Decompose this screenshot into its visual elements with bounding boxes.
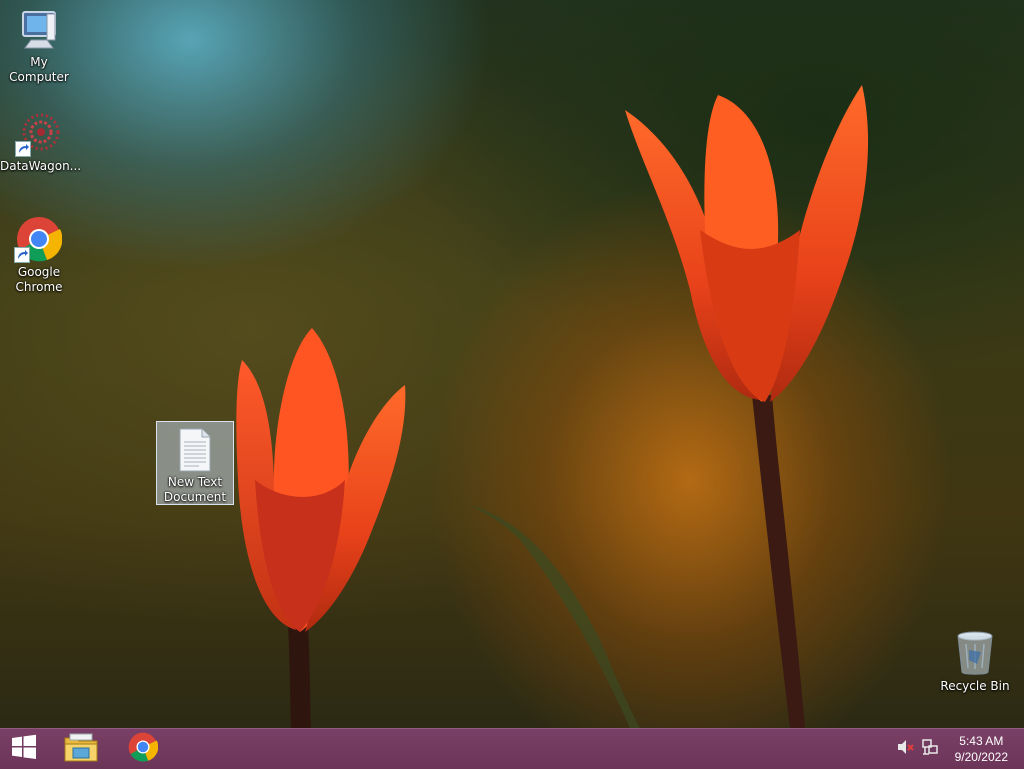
desktop-icon-google-chrome[interactable]: Google Chrome (0, 216, 78, 295)
my-computer-icon (17, 10, 61, 52)
shortcut-arrow-icon (14, 247, 30, 263)
taskbar-clock[interactable]: 5:43 AM 9/20/2022 (955, 733, 1008, 765)
icon-label: Recycle Bin (940, 679, 1010, 693)
icon-label: Google Chrome (15, 265, 63, 294)
clock-time: 5:43 AM (959, 734, 1004, 748)
file-explorer-icon (64, 732, 98, 766)
recycle-bin-icon (955, 630, 995, 676)
network-tray-button[interactable] (918, 729, 942, 769)
icon-label: New Text Document (163, 475, 227, 504)
taskbar-file-explorer-button[interactable] (58, 729, 104, 769)
network-icon (921, 738, 939, 760)
volume-tray-button[interactable] (894, 729, 918, 769)
windows-logo-icon (11, 734, 37, 764)
google-chrome-icon (14, 216, 63, 263)
datawagon-icon (15, 112, 61, 157)
text-document-icon (177, 428, 213, 472)
start-button[interactable] (0, 729, 48, 769)
clock-date: 9/20/2022 (954, 750, 1008, 764)
icon-label: My Computer (9, 55, 69, 84)
desktop-icon-my-computer[interactable]: My Computer (0, 10, 78, 85)
taskbar-google-chrome-button[interactable] (120, 729, 166, 769)
desktop-icon-new-text-document[interactable]: New Text Document (156, 421, 234, 505)
shortcut-arrow-icon (15, 141, 31, 157)
desktop-icon-datawagon[interactable]: DataWagon... (0, 112, 82, 174)
tulip-wallpaper-image (236, 85, 869, 728)
taskbar: 5:43 AM 9/20/2022 (0, 728, 1024, 769)
icon-label: DataWagon... (0, 159, 82, 173)
volume-muted-icon (897, 739, 915, 759)
google-chrome-icon (128, 732, 159, 766)
desktop-icon-recycle-bin[interactable]: Recycle Bin (936, 630, 1014, 694)
desktop-background[interactable]: My Computer DataWagon... Google Chrome N… (0, 0, 1024, 728)
